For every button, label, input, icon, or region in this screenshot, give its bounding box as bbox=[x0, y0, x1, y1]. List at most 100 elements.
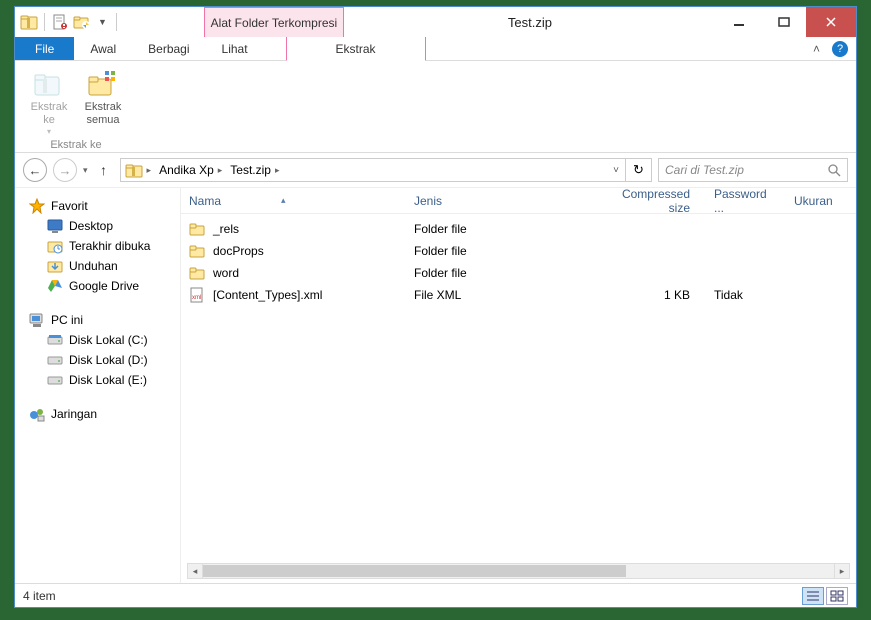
column-size[interactable]: Compressed size bbox=[596, 187, 706, 215]
list-item[interactable]: docProps Folder file bbox=[181, 240, 856, 262]
scroll-track[interactable] bbox=[203, 563, 834, 579]
tab-extract[interactable]: Ekstrak bbox=[286, 37, 426, 61]
minimize-button[interactable] bbox=[716, 7, 761, 37]
list-rows: _rels Folder file docProps Folder file w… bbox=[181, 214, 856, 583]
ribbon-group-label: Ekstrak ke bbox=[50, 137, 101, 153]
search-input[interactable]: Cari di Test.zip bbox=[658, 158, 848, 182]
tree-label: Disk Lokal (C:) bbox=[69, 333, 148, 347]
column-type[interactable]: Jenis bbox=[406, 194, 596, 208]
back-button[interactable]: ← bbox=[23, 158, 47, 182]
close-button[interactable] bbox=[806, 7, 856, 37]
tree-label: Desktop bbox=[69, 219, 113, 233]
tree-label: Unduhan bbox=[69, 259, 118, 273]
window-controls bbox=[716, 7, 856, 37]
address-bar[interactable]: ▸ Andika Xp ▸ Test.zip ▸ ˅ ↻ bbox=[120, 158, 652, 182]
context-tab-header: Alat Folder Terkompresi bbox=[204, 7, 344, 37]
file-type: File XML bbox=[406, 288, 596, 302]
horizontal-scrollbar[interactable]: ◂ ▸ bbox=[187, 563, 850, 579]
file-name: docProps bbox=[213, 244, 264, 258]
tree-label: PC ini bbox=[51, 313, 83, 327]
star-icon bbox=[29, 198, 45, 214]
tree-label: Jaringan bbox=[51, 407, 97, 421]
chevron-right-icon[interactable]: ▸ bbox=[275, 165, 280, 176]
quick-access-toolbar: ▼ bbox=[15, 7, 124, 37]
refresh-button[interactable]: ↻ bbox=[625, 159, 651, 181]
tree-label: Google Drive bbox=[69, 279, 139, 293]
file-list: Nama ▴ Jenis Compressed size Password ...… bbox=[181, 188, 856, 583]
file-name: _rels bbox=[213, 222, 239, 236]
scroll-thumb[interactable] bbox=[203, 565, 626, 577]
scroll-left-icon[interactable]: ◂ bbox=[187, 563, 203, 579]
tree-item-recent[interactable]: Terakhir dibuka bbox=[19, 236, 176, 256]
file-pwd: Tidak bbox=[706, 288, 786, 302]
address-dropdown-icon[interactable]: ˅ bbox=[607, 165, 625, 176]
folder-icon bbox=[189, 265, 205, 281]
large-icons-view-button[interactable] bbox=[826, 587, 848, 605]
up-button[interactable]: ↑ bbox=[94, 160, 114, 180]
file-name: [Content_Types].xml bbox=[213, 288, 322, 302]
tab-share[interactable]: Berbagi bbox=[132, 37, 205, 60]
xml-file-icon: xml bbox=[189, 287, 205, 303]
address-segment-label: Test.zip bbox=[230, 163, 271, 177]
file-type: Folder file bbox=[406, 222, 596, 236]
tree-item-desktop[interactable]: Desktop bbox=[19, 216, 176, 236]
tree-label: Disk Lokal (D:) bbox=[69, 353, 148, 367]
chevron-right-icon[interactable]: ▸ bbox=[147, 165, 152, 176]
folder-icon bbox=[189, 243, 205, 259]
list-item[interactable]: _rels Folder file bbox=[181, 218, 856, 240]
desktop-icon bbox=[47, 218, 63, 234]
file-name: word bbox=[213, 266, 239, 280]
tree-network[interactable]: Jaringan bbox=[19, 404, 176, 424]
titlebar: ▼ Alat Folder Terkompresi Test.zip bbox=[15, 7, 856, 37]
address-segment[interactable]: Test.zip ▸ bbox=[226, 163, 283, 177]
tree-item-gdrive[interactable]: Google Drive bbox=[19, 276, 176, 296]
details-view-button[interactable] bbox=[802, 587, 824, 605]
list-item[interactable]: word Folder file bbox=[181, 262, 856, 284]
address-segment[interactable]: Andika Xp ▸ bbox=[155, 163, 226, 177]
file-size: 1 KB bbox=[596, 288, 706, 302]
tab-home[interactable]: Awal bbox=[74, 37, 132, 60]
extract-all-button[interactable]: Ekstrak semua bbox=[79, 65, 127, 137]
ribbon-tabs: File Awal Berbagi Lihat Ekstrak ˄ ? bbox=[15, 37, 856, 61]
column-ukuran[interactable]: Ukuran bbox=[786, 194, 856, 208]
extract-to-button[interactable]: Ekstrak ke ▾ bbox=[25, 65, 73, 137]
sort-asc-icon: ▴ bbox=[281, 195, 286, 206]
file-type: Folder file bbox=[406, 266, 596, 280]
forward-button[interactable]: → bbox=[53, 158, 77, 182]
tab-view[interactable]: Lihat bbox=[206, 37, 264, 60]
explorer-window: ▼ Alat Folder Terkompresi Test.zip File … bbox=[14, 6, 857, 608]
tree-pc[interactable]: PC ini bbox=[19, 310, 176, 330]
column-label: Nama bbox=[189, 194, 221, 208]
list-item[interactable]: xml [Content_Types].xml File XML 1 KB Tid… bbox=[181, 284, 856, 306]
extract-to-icon bbox=[33, 67, 65, 99]
history-dropdown-icon[interactable]: ▾ bbox=[83, 165, 88, 176]
column-password[interactable]: Password ... bbox=[706, 187, 786, 215]
search-icon bbox=[827, 163, 841, 177]
qat-dropdown-icon[interactable]: ▼ bbox=[94, 17, 111, 27]
properties-icon[interactable] bbox=[50, 12, 70, 32]
navigation-row: ← → ▾ ↑ ▸ Andika Xp ▸ Test.zip ▸ ˅ ↻ Car… bbox=[15, 153, 856, 187]
tree-favorites[interactable]: Favorit bbox=[19, 196, 176, 216]
maximize-button[interactable] bbox=[761, 7, 806, 37]
tab-file[interactable]: File bbox=[15, 37, 74, 60]
ribbon-collapse-icon[interactable]: ˄ bbox=[813, 42, 820, 56]
help-icon[interactable]: ? bbox=[832, 41, 848, 57]
separator bbox=[116, 13, 117, 31]
gdrive-icon bbox=[47, 278, 63, 294]
chevron-right-icon[interactable]: ▸ bbox=[218, 165, 223, 176]
navigation-tree: Favorit Desktop Terakhir dibuka Unduhan … bbox=[15, 188, 181, 583]
tree-item-downloads[interactable]: Unduhan bbox=[19, 256, 176, 276]
new-folder-icon[interactable] bbox=[72, 12, 92, 32]
column-name[interactable]: Nama ▴ bbox=[181, 194, 406, 208]
tree-item-drive-e[interactable]: Disk Lokal (E:) bbox=[19, 370, 176, 390]
pc-icon bbox=[29, 312, 45, 328]
tree-item-drive-c[interactable]: Disk Lokal (C:) bbox=[19, 330, 176, 350]
tree-item-drive-d[interactable]: Disk Lokal (D:) bbox=[19, 350, 176, 370]
svg-text:xml: xml bbox=[192, 295, 201, 301]
zip-folder-icon bbox=[125, 161, 143, 179]
ribbon-group-extract: Ekstrak ke ▾ Ekstrak semua Ekstrak ke bbox=[21, 65, 131, 150]
zip-folder-icon bbox=[19, 12, 39, 32]
ribbon-body: Ekstrak ke ▾ Ekstrak semua Ekstrak ke bbox=[15, 61, 856, 153]
scroll-right-icon[interactable]: ▸ bbox=[834, 563, 850, 579]
list-header: Nama ▴ Jenis Compressed size Password ...… bbox=[181, 188, 856, 214]
